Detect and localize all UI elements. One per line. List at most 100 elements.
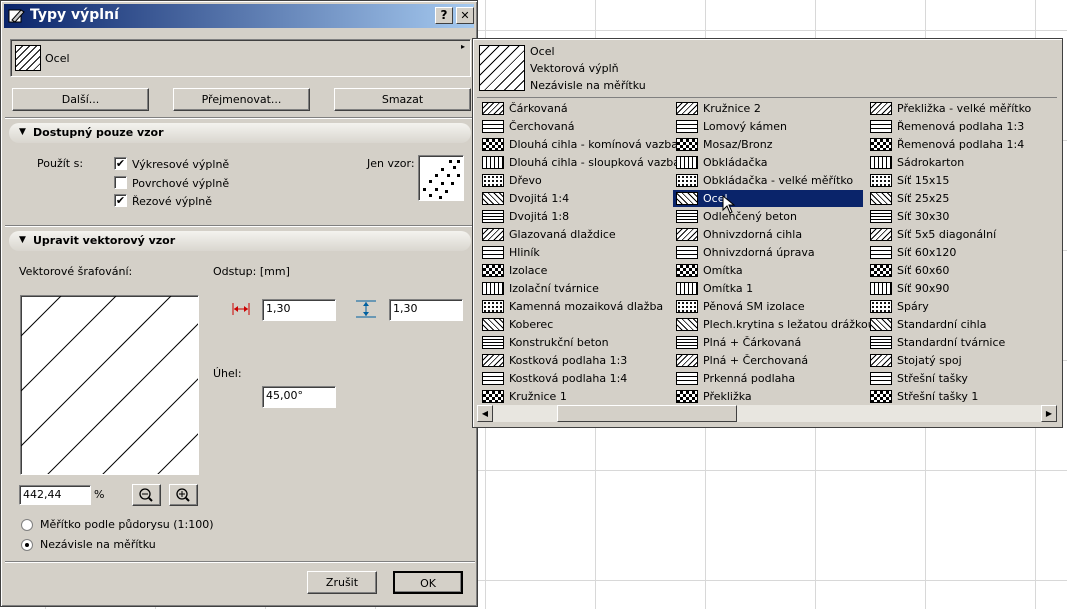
fill-list-item[interactable]: Konstrukční beton — [479, 334, 669, 351]
fill-list-item[interactable]: Síť 60x120 — [867, 244, 1057, 261]
fill-list-item[interactable]: Dvojitá 1:4 — [479, 190, 669, 207]
cut-fills-checkbox[interactable]: ✔ — [114, 194, 127, 207]
fill-list[interactable]: Čárkovaná Čerchovaná Dlouhá cihla - komíno… — [477, 97, 1057, 404]
fill-list-item[interactable]: Kamenná mozaiková dlažba — [479, 298, 669, 315]
fill-list-item[interactable]: Překližka - velké měřítko — [867, 100, 1057, 117]
fill-list-item[interactable]: Ohnivzdorná cihla — [673, 226, 863, 243]
fill-swatch-icon — [482, 300, 504, 313]
offset-x-input[interactable]: 1,30 — [262, 299, 336, 321]
fill-list-item[interactable]: Omítka — [673, 262, 863, 279]
fill-list-item[interactable]: Standardní tvárnice — [867, 334, 1057, 351]
fill-swatch-icon — [870, 336, 892, 349]
fill-list-item-label: Konstrukční beton — [509, 336, 609, 349]
fill-list-item[interactable]: Pěnová SM izolace — [673, 298, 863, 315]
fill-list-item[interactable]: Dřevo — [479, 172, 669, 189]
fill-list-item[interactable]: Stojatý spoj — [867, 352, 1057, 369]
fill-list-item[interactable]: Střešní tašky — [867, 370, 1057, 387]
fill-swatch-icon — [676, 354, 698, 367]
fill-list-item[interactable]: Střešní tašky 1 — [867, 388, 1057, 405]
fill-list-item[interactable]: Ohnivzdorná úprava — [673, 244, 863, 261]
fill-list-item[interactable]: Čerchovaná — [479, 118, 669, 135]
selected-fill-preview — [479, 45, 525, 91]
fill-list-item[interactable]: Obkládačka — [673, 154, 863, 171]
fill-list-item[interactable]: Řemenová podlaha 1:4 — [867, 136, 1057, 153]
fill-swatch-icon — [870, 192, 892, 205]
fill-list-item-label: Stojatý spoj — [897, 354, 962, 367]
fill-list-item-label: Prkenná podlaha — [703, 372, 796, 385]
fill-list-item[interactable]: Hliník — [479, 244, 669, 261]
fill-list-item[interactable]: Plná + Čárkovaná — [673, 334, 863, 351]
fill-list-item[interactable]: Plná + Čerchovaná — [673, 352, 863, 369]
fill-list-item[interactable]: Kostková podlaha 1:4 — [479, 370, 669, 387]
scroll-left-icon[interactable]: ◀ — [477, 405, 493, 422]
rename-button[interactable]: Přejmenovat... — [173, 88, 310, 111]
zoom-input[interactable]: 442,44 — [19, 485, 91, 505]
zoom-in-button[interactable] — [169, 484, 198, 506]
other-button[interactable]: Další... — [12, 88, 149, 111]
fill-list-item[interactable]: Obkládačka - velké měřítko — [673, 172, 863, 189]
fill-list-item[interactable]: Čárkovaná — [479, 100, 669, 117]
help-button[interactable]: ? — [435, 7, 453, 24]
offset-y-input[interactable]: 1,30 — [389, 299, 463, 321]
ok-button[interactable]: OK — [393, 571, 463, 594]
fill-list-item[interactable]: Síť 60x60 — [867, 262, 1057, 279]
fill-list-item[interactable]: Mosaz/Bronz — [673, 136, 863, 153]
close-button[interactable]: ✕ — [456, 7, 474, 24]
fill-list-item[interactable]: Dvojitá 1:8 — [479, 208, 669, 225]
fill-list-item[interactable]: Dlouhá cihla - sloupková vazba — [479, 154, 680, 171]
fill-list-item[interactable]: Síť 15x15 — [867, 172, 1057, 189]
section-edit-vector[interactable]: ▼ Upravit vektorový vzor — [9, 231, 471, 251]
fill-list-item[interactable]: Řemenová podlaha 1:3 — [867, 118, 1057, 135]
fill-list-item[interactable]: Síť 90x90 — [867, 280, 1057, 297]
fill-swatch-icon — [482, 102, 504, 115]
fill-list-item-label: Síť 60x120 — [897, 246, 957, 259]
fill-list-item[interactable]: Síť 25x25 — [867, 190, 1057, 207]
drafting-fills-checkbox[interactable]: ✔ — [114, 157, 127, 170]
fill-list-item-label: Dvojitá 1:8 — [509, 210, 570, 223]
fill-list-item-label: Plná + Čerchovaná — [703, 354, 809, 367]
fill-list-item[interactable]: Kružnice 1 — [479, 388, 669, 405]
fill-list-item[interactable]: Překližka — [673, 388, 863, 405]
scroll-thumb[interactable] — [557, 405, 737, 422]
scroll-right-icon[interactable]: ▶ — [1041, 405, 1057, 422]
fill-list-item[interactable]: Koberec — [479, 316, 669, 333]
fill-list-item[interactable]: Prkenná podlaha — [673, 370, 863, 387]
cancel-button[interactable]: Zrušit — [307, 571, 377, 594]
fill-list-item-label: Síť 30x30 — [897, 210, 950, 223]
fill-list-item[interactable]: Kostková podlaha 1:3 — [479, 352, 669, 369]
angle-input[interactable]: 45,00° — [262, 386, 336, 408]
selected-fill-name: Ocel — [530, 45, 555, 58]
fill-list-item-label: Spáry — [897, 300, 929, 313]
fill-list-item[interactable]: Odlehčený beton — [673, 208, 863, 225]
fill-list-item[interactable]: Izolace — [479, 262, 669, 279]
pattern-preview[interactable] — [418, 155, 464, 201]
scale-by-plan-radio[interactable] — [21, 519, 33, 531]
fill-list-item-label: Omítka — [703, 264, 743, 277]
delete-button[interactable]: Smazat — [334, 88, 471, 111]
section-pattern-only[interactable]: ▼ Dostupný pouze vzor — [9, 123, 471, 143]
fill-list-item[interactable]: Izolační tvárnice — [479, 280, 669, 297]
fill-list-item[interactable]: Dlouhá cihla - komínová vazba — [479, 136, 678, 153]
fill-list-item[interactable]: Sádrokarton — [867, 154, 1057, 171]
fill-list-item[interactable]: Síť 5x5 diagonální — [867, 226, 1057, 243]
fill-list-item[interactable]: Standardní cihla — [867, 316, 1057, 333]
scale-independent-radio[interactable] — [21, 539, 33, 551]
hatch-preview[interactable] — [20, 295, 392, 527]
fill-list-item[interactable]: Plech.krytina s ležatou drážkou — [673, 316, 875, 333]
hatch-lines-icon — [20, 295, 392, 527]
fill-list-item[interactable]: Spáry — [867, 298, 1057, 315]
fill-list-item[interactable]: Lomový kámen — [673, 118, 863, 135]
fill-swatch-icon — [676, 228, 698, 241]
surface-fills-checkbox[interactable] — [114, 176, 127, 189]
fill-list-item[interactable]: Omítka 1 — [673, 280, 863, 297]
fill-list-item[interactable]: Glazovaná dlaždice — [479, 226, 669, 243]
fill-list-item-label: Standardní cihla — [897, 318, 987, 331]
horizontal-scrollbar[interactable]: ◀ ▶ — [477, 405, 1057, 422]
fill-swatch-icon — [482, 246, 504, 259]
fill-list-item[interactable]: Ocel — [673, 190, 863, 207]
fill-list-item[interactable]: Síť 30x30 — [867, 208, 1057, 225]
zoom-out-button[interactable] — [132, 484, 161, 506]
fill-list-item[interactable]: Kružnice 2 — [673, 100, 863, 117]
fill-selector[interactable]: Ocel ▸ — [10, 39, 471, 77]
fill-swatch-icon — [482, 192, 504, 205]
